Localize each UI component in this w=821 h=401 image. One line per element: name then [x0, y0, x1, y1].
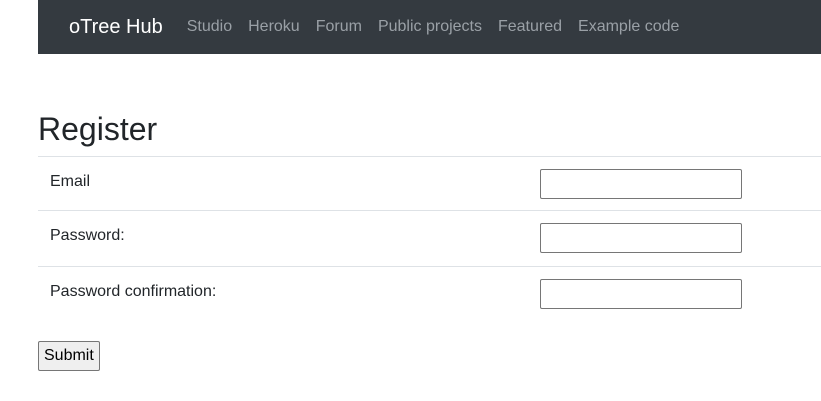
nav-link-featured[interactable]: Featured — [498, 18, 562, 36]
form-row-password-confirmation: Password confirmation: — [38, 266, 821, 317]
submit-button[interactable]: Submit — [38, 341, 100, 371]
nav-link-forum[interactable]: Forum — [316, 18, 362, 36]
page-title: Register — [38, 111, 158, 147]
top-navbar: oTree Hub Studio Heroku Forum Public pro… — [38, 0, 821, 54]
register-form-table: Email Password: Password confirmation: — [38, 156, 821, 317]
password-label: Password: — [38, 210, 533, 267]
email-field[interactable] — [540, 169, 742, 199]
password-confirmation-field[interactable] — [540, 279, 742, 309]
password-confirmation-label: Password confirmation: — [38, 266, 533, 317]
form-row-email: Email — [38, 156, 821, 211]
nav-link-studio[interactable]: Studio — [187, 18, 232, 36]
password-field[interactable] — [540, 223, 742, 253]
nav-link-heroku[interactable]: Heroku — [248, 18, 300, 36]
nav-link-public-projects[interactable]: Public projects — [378, 18, 482, 36]
brand-link[interactable]: oTree Hub — [69, 16, 163, 39]
email-label: Email — [38, 156, 533, 211]
form-row-password: Password: — [38, 210, 821, 267]
main-content: Register Email Password: Password confir… — [38, 108, 821, 317]
nav-link-example-code[interactable]: Example code — [578, 18, 679, 36]
